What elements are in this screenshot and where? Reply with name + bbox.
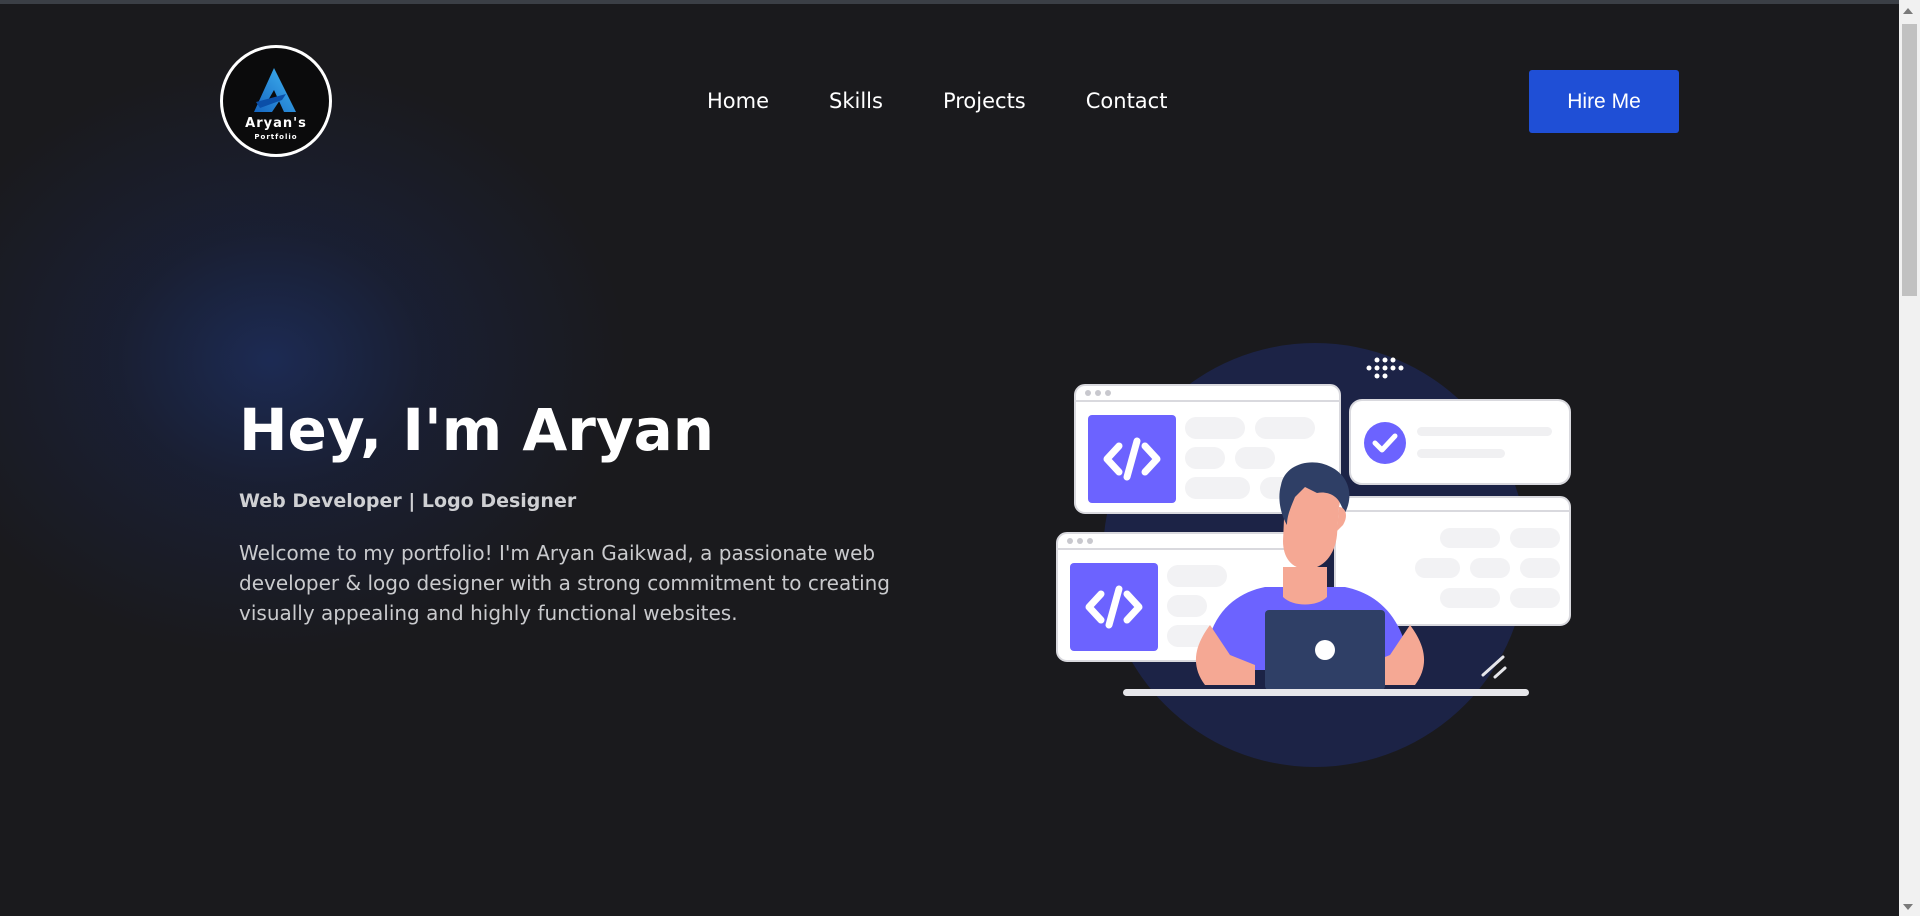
hero-description: Welcome to my portfolio! I'm Aryan Gaikw… [239,541,890,625]
hire-me-button[interactable]: Hire Me [1529,70,1679,133]
hero-title: Hey, I'm Aryan [239,396,715,464]
laptop-icon [1265,610,1385,690]
nav-projects[interactable]: Projects [943,87,1026,115]
scrollbar-arrow-down-icon[interactable] [1903,904,1913,910]
main-nav: Home Skills Projects Contact [707,87,1167,115]
logo-subtitle: Portfolio [254,132,298,141]
site-logo[interactable]: Aryan's Portfolio [220,45,332,157]
scrollbar-thumb[interactable] [1902,24,1917,296]
hero-subtitle: Web Developer | Logo Designer [239,490,577,512]
logo-title: Aryan's [245,115,307,131]
nav-contact[interactable]: Contact [1086,87,1168,115]
browser-top-border [0,0,1920,4]
check-card [1349,399,1571,485]
scrollbar-arrow-up-icon[interactable] [1903,8,1913,14]
nav-home[interactable]: Home [707,87,769,115]
developer-illustration [1056,343,1571,767]
logo-icon [254,67,296,112]
nav-skills[interactable]: Skills [829,87,883,115]
vertical-scrollbar[interactable] [1899,0,1920,916]
desk [1123,689,1529,696]
